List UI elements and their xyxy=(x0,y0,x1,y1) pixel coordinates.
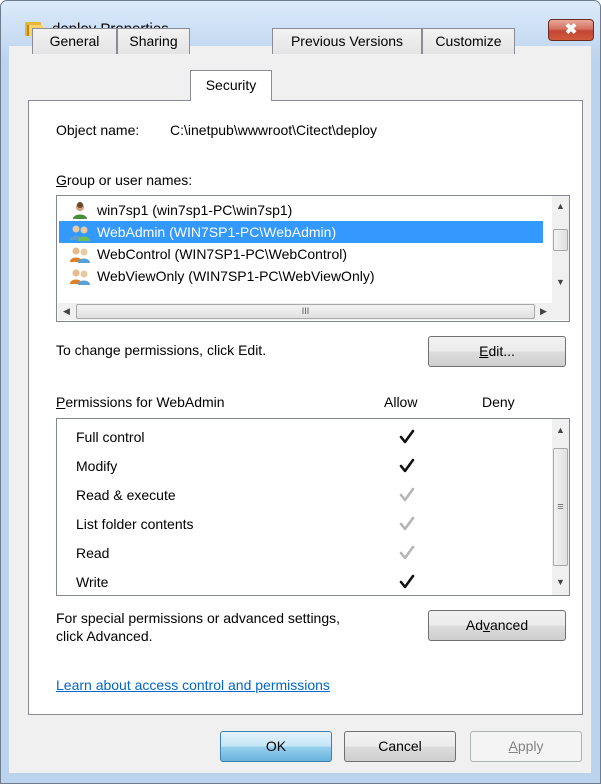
apply-button-label: pply xyxy=(517,738,544,754)
permission-row: List folder contents xyxy=(57,510,542,539)
cancel-button[interactable]: Cancel xyxy=(344,731,456,762)
permission-name: List folder contents xyxy=(76,516,194,532)
permissions-label-rest: ermissions for WebAdmin xyxy=(65,394,225,410)
tab-sharing[interactable]: Sharing xyxy=(117,28,190,54)
inherited-allow-check-icon xyxy=(399,516,415,531)
advanced-button-label-post: anced xyxy=(489,617,529,633)
close-button[interactable]: ✖ xyxy=(548,19,594,41)
allow-check-icon xyxy=(399,574,415,589)
scroll-thumb[interactable] xyxy=(553,229,568,251)
permission-row: Write xyxy=(57,568,542,595)
tab-general[interactable]: General xyxy=(32,28,117,54)
permission-row: Read xyxy=(57,539,542,568)
edit-hint: To change permissions, click Edit. xyxy=(56,342,267,358)
group-user-list[interactable]: win7sp1 (win7sp1-PC\win7sp1) WebAdmin (W… xyxy=(56,195,570,322)
tab-label: General xyxy=(49,33,100,49)
list-item[interactable]: win7sp1 (win7sp1-PC\win7sp1) xyxy=(59,199,543,221)
edit-button-label: dit... xyxy=(488,343,515,359)
allow-check-icon xyxy=(399,429,415,444)
permission-row: Modify xyxy=(57,452,542,481)
group-icon xyxy=(70,247,90,263)
tab-label: Security xyxy=(205,77,257,93)
grip-icon: ≡ xyxy=(557,501,564,513)
permission-name: Modify xyxy=(76,458,118,474)
advanced-hint-line1: For special permissions or advanced sett… xyxy=(56,610,341,626)
scroll-corner xyxy=(552,303,569,320)
advanced-button[interactable]: Advanced xyxy=(428,610,566,641)
permission-name: Read xyxy=(76,545,110,561)
list-item-selected[interactable]: WebAdmin (WIN7SP1-PC\WebAdmin) xyxy=(59,221,543,243)
inherited-allow-check-icon xyxy=(399,545,415,560)
group-icon xyxy=(70,269,90,285)
permission-row: Read & execute xyxy=(57,481,542,510)
list-item-label: WebAdmin (WIN7SP1-PC\WebAdmin) xyxy=(97,224,337,240)
tab-security[interactable]: Security xyxy=(190,70,272,101)
scroll-up-arrow-icon[interactable]: ▲ xyxy=(552,422,569,439)
group-list-label-rest: roup or user names: xyxy=(66,172,193,188)
permissions-label: Permissions for WebAdmin xyxy=(56,394,225,410)
scroll-thumb[interactable]: ≡ xyxy=(553,448,568,566)
tab-label: Previous Versions xyxy=(290,33,404,49)
ok-button-label: OK xyxy=(265,738,287,754)
advanced-hint-line2: click Advanced. xyxy=(56,628,153,644)
group-list-hscrollbar[interactable]: ◀ III ▶ xyxy=(58,303,552,320)
tab-customize[interactable]: Customize xyxy=(422,28,515,54)
allow-column-header: Allow xyxy=(384,394,418,410)
apply-button[interactable]: Apply xyxy=(470,731,582,762)
ok-button[interactable]: OK xyxy=(220,731,332,762)
permission-name: Write xyxy=(76,574,109,590)
scroll-right-arrow-icon[interactable]: ▶ xyxy=(535,303,552,320)
permission-row: Full control xyxy=(57,423,542,452)
group-list-vscrollbar[interactable]: ▲ ▼ xyxy=(552,196,569,303)
user-icon xyxy=(73,202,87,219)
group-icon xyxy=(70,225,90,241)
list-item-label: WebViewOnly (WIN7SP1-PC\WebViewOnly) xyxy=(97,268,375,284)
cancel-button-label: Cancel xyxy=(378,738,422,754)
list-item-label: win7sp1 (win7sp1-PC\win7sp1) xyxy=(97,202,293,218)
close-icon: ✖ xyxy=(564,21,578,38)
edit-button[interactable]: Edit... xyxy=(428,336,566,367)
grip-icon: III xyxy=(301,306,310,316)
scroll-down-arrow-icon[interactable]: ▼ xyxy=(552,274,569,291)
group-list-label: Group or user names: xyxy=(56,172,193,188)
object-name-value: C:\inetpub\wwwroot\Citect\deploy xyxy=(170,122,377,138)
list-item[interactable]: WebControl (WIN7SP1-PC\WebControl) xyxy=(59,243,543,265)
inherited-allow-check-icon xyxy=(399,487,415,502)
permissions-vscrollbar[interactable]: ▲ ≡ ▼ xyxy=(552,419,569,595)
advanced-button-label-pre: Ad xyxy=(465,617,483,633)
scroll-down-arrow-icon[interactable]: ▼ xyxy=(552,574,569,591)
scroll-up-arrow-icon[interactable]: ▲ xyxy=(552,198,569,215)
permission-name: Read & execute xyxy=(76,487,176,503)
learn-access-control-link[interactable]: Learn about access control and permissio… xyxy=(56,677,330,693)
permission-name: Full control xyxy=(76,429,145,445)
scroll-left-arrow-icon[interactable]: ◀ xyxy=(58,303,75,320)
allow-check-icon xyxy=(399,458,415,473)
tab-label: Sharing xyxy=(129,33,178,49)
tab-previous-versions[interactable]: Previous Versions xyxy=(272,28,422,54)
deny-column-header: Deny xyxy=(482,394,515,410)
list-item-label: WebControl (WIN7SP1-PC\WebControl) xyxy=(97,246,348,262)
hscroll-thumb[interactable]: III xyxy=(76,304,535,319)
object-name-label: Object name: xyxy=(56,122,140,138)
tab-label: Customize xyxy=(435,33,502,49)
permissions-list[interactable]: Full control Modify Read & execute List fol… xyxy=(56,418,570,596)
list-item[interactable]: WebViewOnly (WIN7SP1-PC\WebViewOnly) xyxy=(59,265,543,287)
